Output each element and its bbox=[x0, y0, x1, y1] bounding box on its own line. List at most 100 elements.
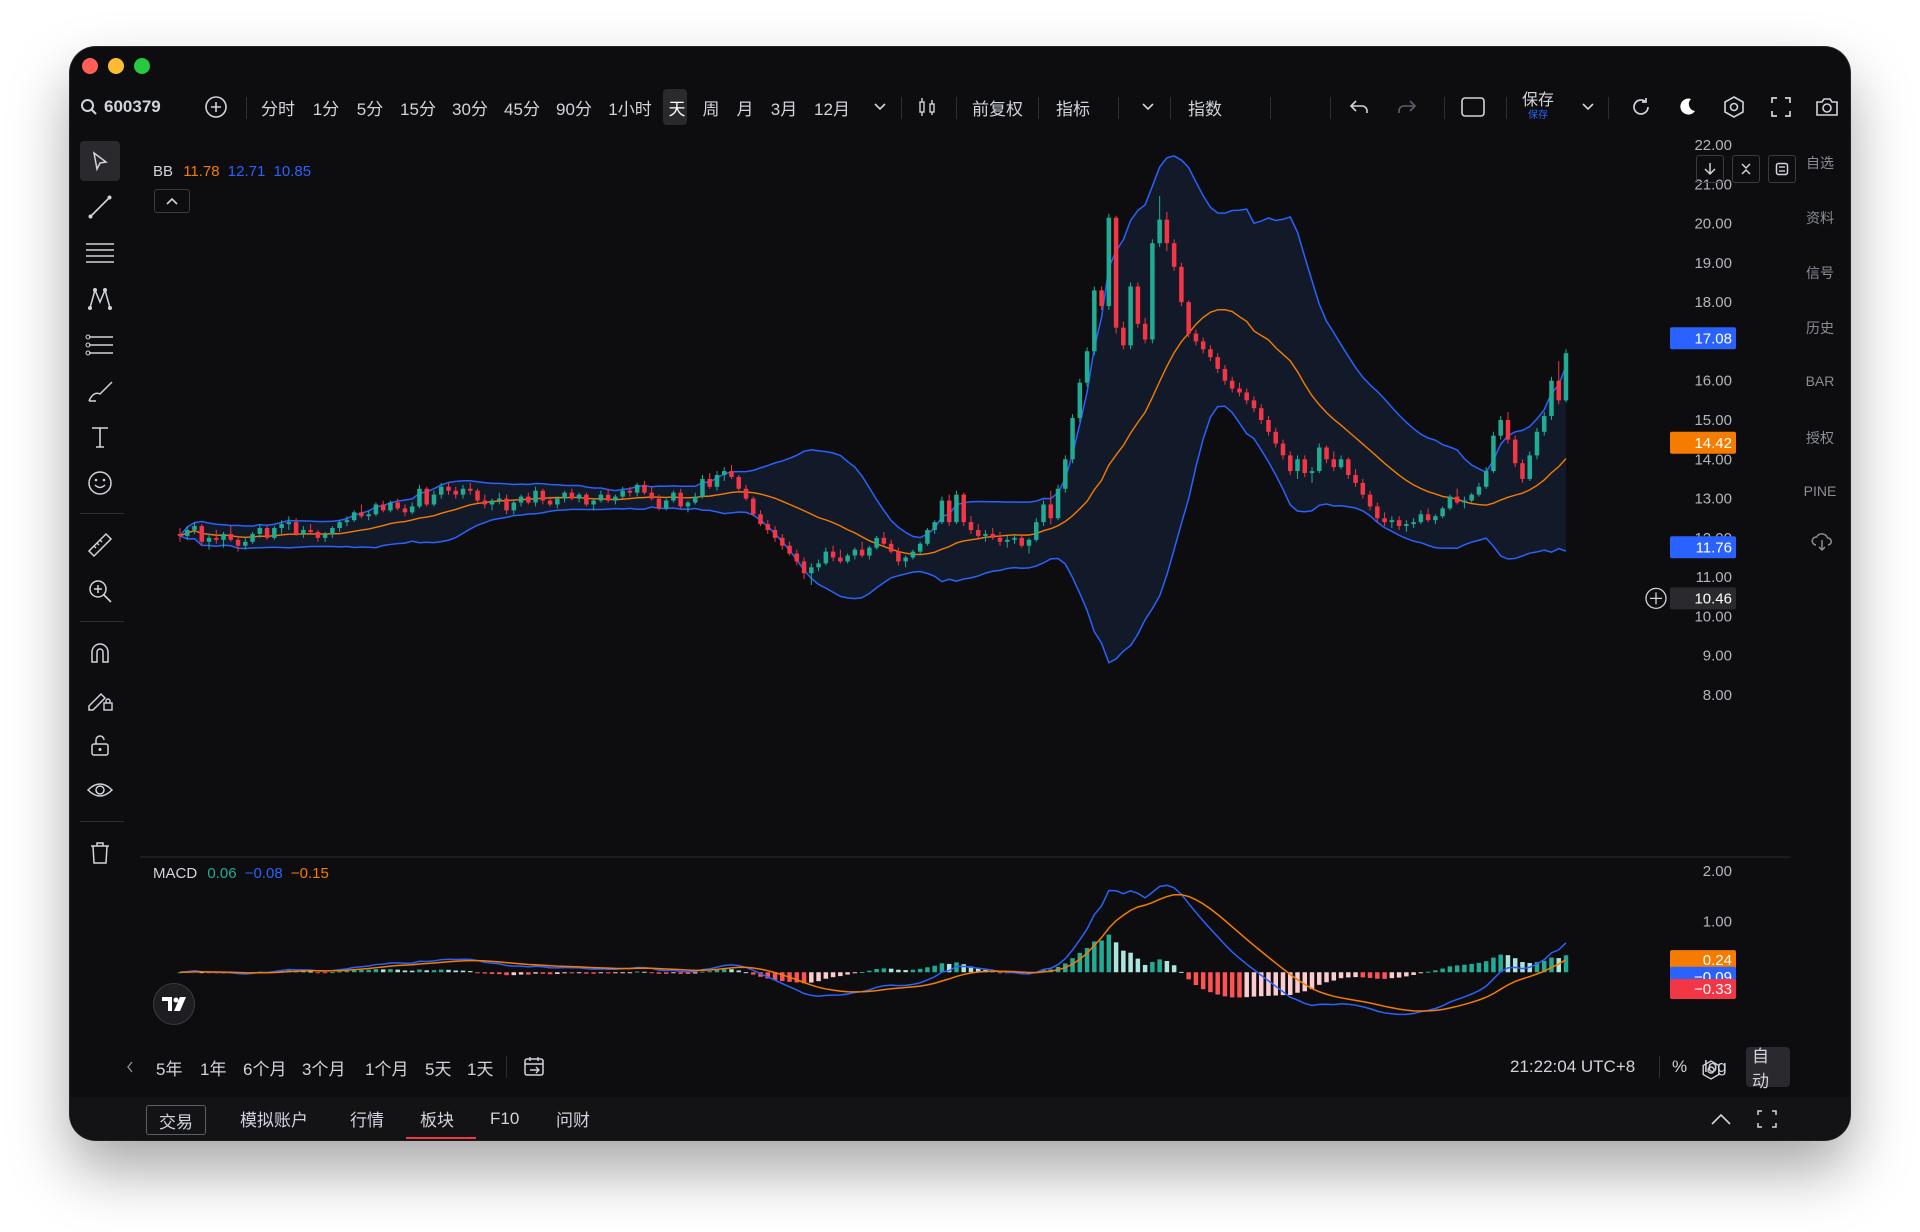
sidebar-item-2[interactable]: 信号 bbox=[1790, 263, 1850, 283]
pattern-tool[interactable] bbox=[80, 279, 120, 319]
sidebar-cloud-button[interactable] bbox=[1810, 529, 1834, 558]
range-button-1[interactable]: 1年 bbox=[200, 1043, 226, 1091]
text-tool[interactable] bbox=[80, 417, 120, 457]
timeframe-4[interactable]: 30分 bbox=[448, 81, 492, 133]
fullscreen-button[interactable] bbox=[1770, 81, 1792, 133]
move-pane-down-button[interactable] bbox=[1696, 155, 1724, 183]
index-button[interactable]: 指数 bbox=[1188, 81, 1222, 133]
trend-line-tool[interactable] bbox=[80, 187, 120, 227]
bottom-tab-1[interactable]: 模拟账户 bbox=[240, 1097, 308, 1140]
bottom-tab-0[interactable]: 交易 bbox=[146, 1105, 206, 1135]
sidebar-item-4[interactable]: BAR bbox=[1790, 373, 1850, 389]
sidebar-item-1[interactable]: 资料 bbox=[1790, 208, 1850, 228]
symbol-search[interactable]: 600379 bbox=[80, 81, 161, 133]
collapse-legend-button[interactable] bbox=[154, 189, 190, 213]
candle-body bbox=[584, 494, 589, 505]
macd-histogram-bar bbox=[997, 972, 1003, 974]
refresh-button[interactable] bbox=[1630, 81, 1652, 133]
delete-drawings-tool[interactable] bbox=[80, 833, 120, 873]
candle-body bbox=[751, 498, 756, 515]
collapse-range-arrow[interactable] bbox=[126, 1043, 134, 1091]
chart-canvas[interactable]: 22.0021.0020.0019.0018.0016.0015.0014.00… bbox=[140, 133, 1790, 1081]
undo-button[interactable] bbox=[1348, 81, 1370, 133]
range-button-3[interactable]: 3个月 bbox=[302, 1043, 345, 1091]
bottom-tab-2[interactable]: 行情 bbox=[350, 1097, 384, 1140]
sidebar-item-6[interactable]: PINE bbox=[1790, 483, 1850, 499]
visibility-tool[interactable] bbox=[80, 771, 120, 811]
timeframe-11[interactable]: 3月 bbox=[766, 81, 802, 133]
range-button-4[interactable]: 1个月 bbox=[365, 1043, 408, 1091]
save-button[interactable]: 保存 保存 bbox=[1522, 81, 1554, 133]
zoom-window-button[interactable] bbox=[134, 58, 150, 74]
bottom-tab-5[interactable]: 问财 bbox=[556, 1097, 590, 1140]
indicators-dropdown-button[interactable] bbox=[1142, 81, 1154, 133]
pencil-lock-icon bbox=[88, 692, 113, 711]
sidebar-item-5[interactable]: 授权 bbox=[1790, 428, 1850, 448]
adjust-button[interactable]: 前复权 bbox=[972, 81, 1023, 133]
range-button-6[interactable]: 1天 bbox=[467, 1043, 493, 1091]
settings-button[interactable] bbox=[1722, 81, 1746, 133]
measure-tool[interactable] bbox=[80, 525, 120, 565]
zoom-tool[interactable] bbox=[80, 571, 120, 611]
timeframe-0[interactable]: 分时 bbox=[256, 81, 300, 133]
tradingview-logo[interactable] bbox=[153, 983, 195, 1025]
expand-panel-button[interactable] bbox=[1710, 1097, 1732, 1140]
theme-toggle-button[interactable] bbox=[1676, 81, 1698, 133]
timeframe-9[interactable]: 周 bbox=[698, 81, 724, 133]
compare-symbol-button[interactable] bbox=[204, 81, 228, 133]
range-button-5[interactable]: 5天 bbox=[425, 1043, 451, 1091]
bottom-tab-3[interactable]: 板块 bbox=[420, 1097, 454, 1140]
brush-tool[interactable] bbox=[80, 371, 120, 411]
candle-body bbox=[547, 500, 553, 505]
horizontal-lines-tool[interactable] bbox=[80, 233, 120, 273]
indicators-button[interactable]: 指标 bbox=[1056, 81, 1090, 133]
timeframe-10[interactable]: 月 bbox=[732, 81, 758, 133]
timeframe-dropdown-button[interactable] bbox=[874, 81, 886, 133]
maximize-panel-button[interactable] bbox=[1756, 1097, 1778, 1140]
timeframe-3[interactable]: 15分 bbox=[396, 81, 440, 133]
auto-scale-button[interactable]: 自动 bbox=[1746, 1047, 1790, 1091]
candle-body bbox=[1048, 504, 1054, 519]
cursor-tool[interactable] bbox=[80, 141, 120, 181]
sidebar-item-3[interactable]: 历史 bbox=[1790, 318, 1850, 338]
macd-histogram-bar bbox=[1404, 972, 1409, 977]
minimize-window-button[interactable] bbox=[108, 58, 124, 74]
goto-date-button[interactable] bbox=[522, 1043, 548, 1091]
range-button-0[interactable]: 5年 bbox=[156, 1043, 182, 1091]
log-scale-button[interactable]: log bbox=[1704, 1043, 1727, 1091]
timeframe-1[interactable]: 1分 bbox=[308, 81, 344, 133]
save-dropdown-button[interactable] bbox=[1582, 81, 1594, 133]
timeframe-8[interactable]: 天 bbox=[664, 81, 690, 133]
candle-body bbox=[540, 490, 546, 501]
bb-legend[interactable]: BB 11.78 12.71 10.85 bbox=[153, 163, 311, 180]
magnet-tool[interactable] bbox=[80, 633, 120, 673]
emoji-tool[interactable] bbox=[80, 463, 120, 503]
timeframe-5[interactable]: 45分 bbox=[500, 81, 544, 133]
unlock-tool[interactable] bbox=[80, 725, 120, 765]
timeframe-12[interactable]: 12月 bbox=[810, 81, 854, 133]
macd-histogram-bar bbox=[598, 972, 604, 974]
macd-histogram-bar bbox=[417, 969, 422, 973]
candle-body bbox=[1179, 266, 1184, 303]
sidebar-item-0[interactable]: 自选 bbox=[1790, 153, 1850, 173]
fibonacci-icon bbox=[85, 334, 113, 356]
drawing-toolbar bbox=[70, 133, 136, 1033]
chart-area[interactable]: 22.00 21.00 20.00 19.00 18.00 16.00 15.00 14.00… bbox=[140, 133, 1796, 1081]
range-button-2[interactable]: 6个月 bbox=[243, 1043, 286, 1091]
timeframe-6[interactable]: 90分 bbox=[552, 81, 596, 133]
lock-drawing-tool[interactable] bbox=[80, 679, 120, 719]
screenshot-button[interactable] bbox=[1814, 81, 1840, 133]
redo-button[interactable] bbox=[1396, 81, 1418, 133]
layout-button[interactable] bbox=[1460, 81, 1486, 133]
fib-tool[interactable] bbox=[80, 325, 120, 365]
chart-type-button[interactable] bbox=[916, 81, 938, 133]
timeframe-7[interactable]: 1小时 bbox=[604, 81, 656, 133]
close-window-button[interactable] bbox=[82, 58, 98, 74]
clock-display[interactable]: 21:22:04 UTC+8 bbox=[1510, 1043, 1635, 1091]
timeframe-2[interactable]: 5分 bbox=[352, 81, 388, 133]
macd-legend[interactable]: MACD 0.06 −0.08 −0.15 bbox=[153, 865, 329, 882]
macd-histogram-bar bbox=[1512, 958, 1518, 973]
collapse-pane-button[interactable] bbox=[1732, 155, 1760, 183]
bottom-tab-4[interactable]: F10 bbox=[490, 1097, 519, 1140]
percent-scale-button[interactable]: % bbox=[1672, 1043, 1687, 1091]
